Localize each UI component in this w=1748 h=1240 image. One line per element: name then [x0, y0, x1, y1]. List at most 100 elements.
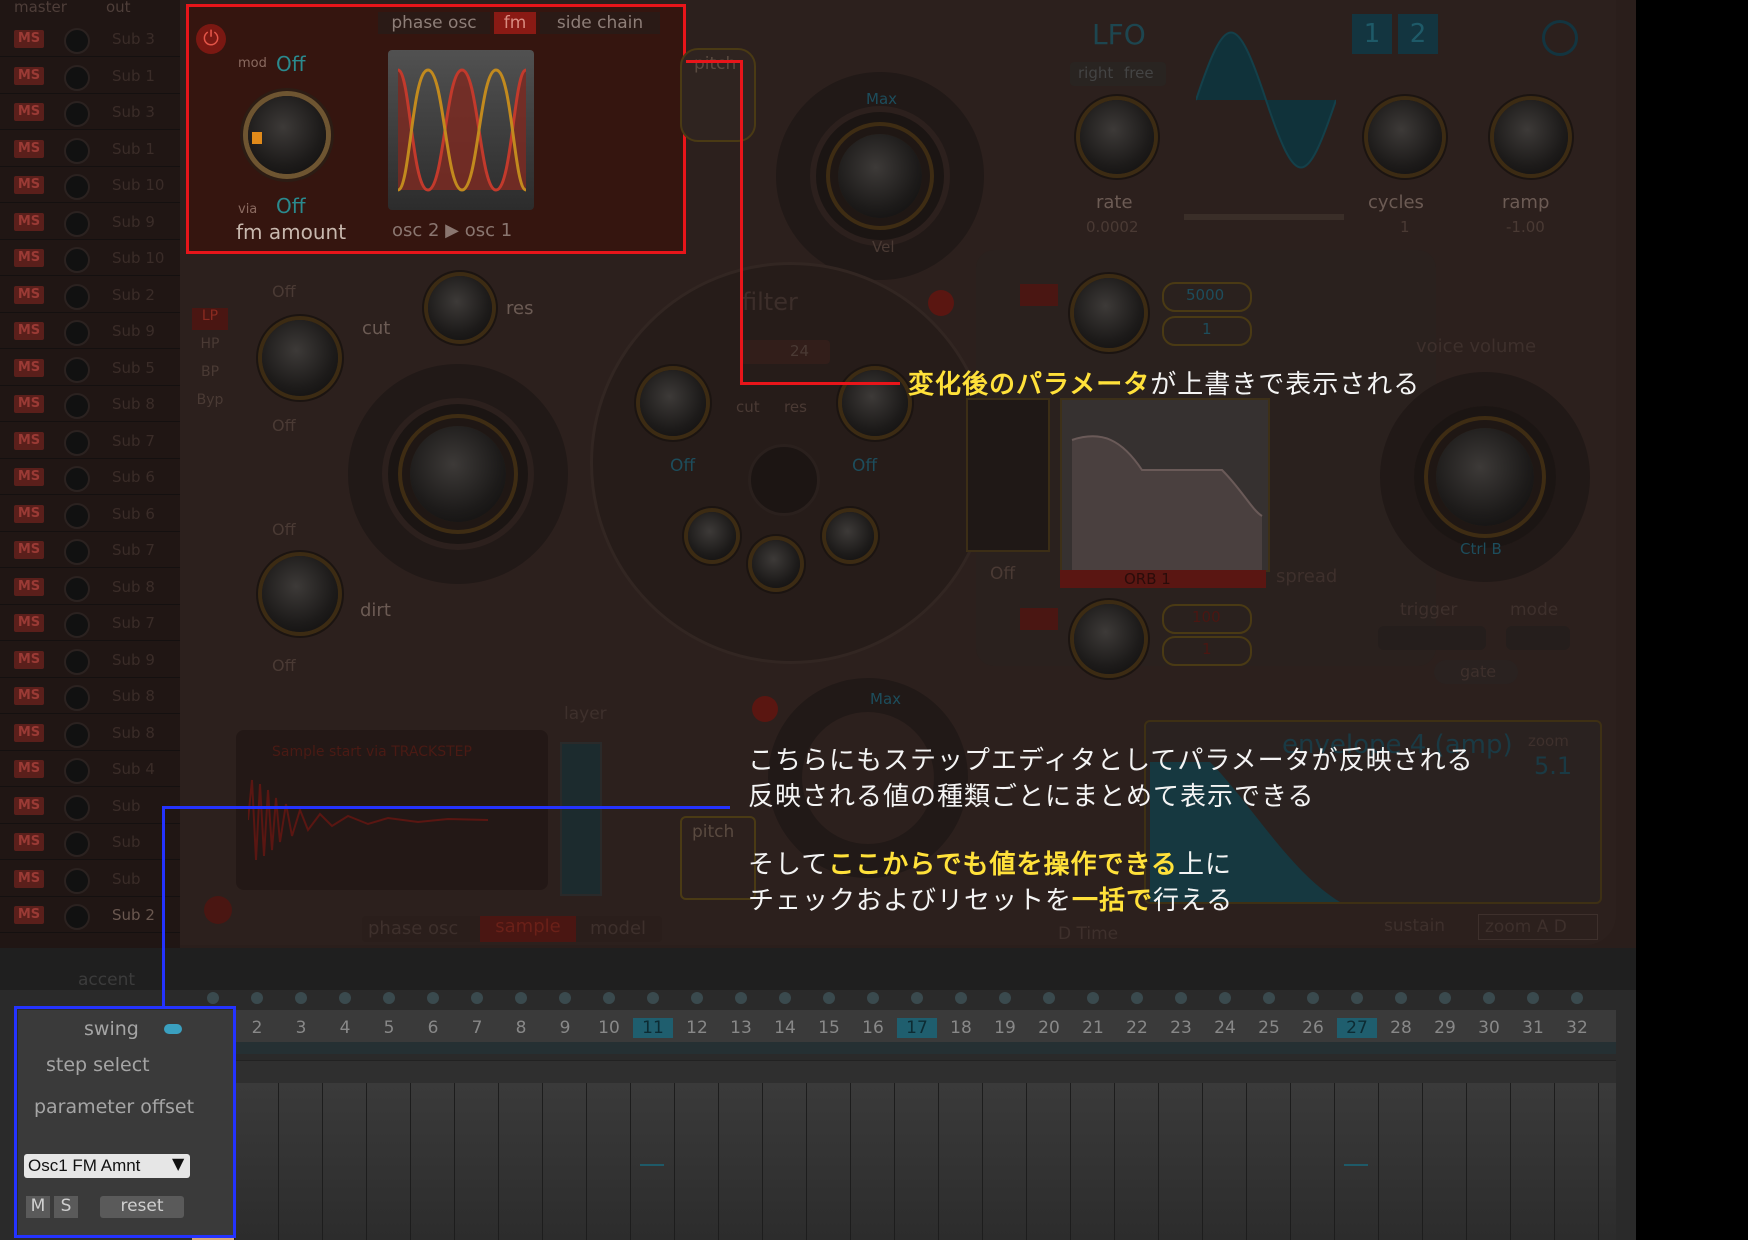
- lfo-sync-right[interactable]: right: [1078, 64, 1113, 82]
- channel-row[interactable]: MS Sub 2: [0, 278, 180, 313]
- dirt-mod-value[interactable]: Off: [272, 520, 296, 539]
- channel-output[interactable]: Sub: [112, 870, 141, 888]
- step-number[interactable]: 32: [1557, 1018, 1597, 1038]
- ms-button[interactable]: MS: [14, 249, 44, 267]
- ms-button[interactable]: MS: [14, 796, 44, 815]
- channel-knob[interactable]: [64, 539, 90, 565]
- ms-button[interactable]: MS: [14, 468, 44, 486]
- lfo-sync-free[interactable]: free: [1124, 64, 1154, 82]
- channel-knob[interactable]: [64, 320, 90, 346]
- channel-output[interactable]: Sub 1: [112, 67, 155, 85]
- ms-button[interactable]: MS: [14, 541, 44, 559]
- channel-output[interactable]: Sub 6: [112, 468, 155, 486]
- step-number[interactable]: 26: [1293, 1018, 1333, 1038]
- channel-knob[interactable]: [64, 283, 90, 310]
- channel-row[interactable]: MS Sub 8: [0, 387, 180, 422]
- filter-type-hp[interactable]: HP: [192, 336, 228, 358]
- channel-row[interactable]: MS Sub: [0, 862, 180, 897]
- ms-button[interactable]: MS: [14, 139, 44, 158]
- channel-output[interactable]: Sub 3: [112, 103, 155, 121]
- ms-button[interactable]: MS: [14, 212, 44, 231]
- channel-knob[interactable]: [64, 794, 90, 821]
- channel-knob[interactable]: [64, 502, 90, 529]
- step-number[interactable]: 20: [1029, 1018, 1069, 1038]
- orbit-button-1[interactable]: [1020, 284, 1058, 306]
- env-value-3[interactable]: 100: [1162, 604, 1252, 634]
- step-number[interactable]: 23: [1161, 1018, 1201, 1038]
- orbit-knob-1[interactable]: [1074, 278, 1144, 348]
- channel-output[interactable]: Sub: [112, 797, 141, 815]
- ms-button[interactable]: MS: [14, 285, 44, 304]
- lfo-1-button[interactable]: 1: [1352, 14, 1392, 54]
- channel-output[interactable]: Sub 9: [112, 322, 155, 340]
- tab-model[interactable]: model: [590, 918, 646, 939]
- channel-row[interactable]: MS Sub 1: [0, 132, 180, 167]
- ms-button[interactable]: MS: [14, 176, 44, 194]
- step-number[interactable]: 19: [985, 1018, 1025, 1038]
- step-number[interactable]: 11: [633, 1018, 673, 1038]
- cut-via-value[interactable]: Off: [272, 416, 296, 435]
- channel-knob[interactable]: [64, 356, 90, 383]
- channel-row[interactable]: MS Sub: [0, 789, 180, 824]
- filter-res-knob[interactable]: [842, 370, 908, 436]
- filter-center-button[interactable]: [748, 444, 820, 516]
- env-value-4[interactable]: 1: [1162, 636, 1252, 666]
- channel-knob[interactable]: [64, 721, 90, 748]
- voice-volume-knob[interactable]: [1436, 428, 1534, 526]
- ms-button[interactable]: MS: [14, 30, 44, 48]
- step-number[interactable]: 24: [1205, 1018, 1245, 1038]
- lfo-sync-toggle[interactable]: right free: [1070, 62, 1166, 86]
- lfo-ramp-knob[interactable]: [1494, 100, 1568, 174]
- lfo-cycles-knob[interactable]: [1368, 100, 1442, 174]
- orbit-off-value[interactable]: Off: [990, 564, 1015, 584]
- step-number[interactable]: 30: [1469, 1018, 1509, 1038]
- mode-select[interactable]: [1506, 626, 1570, 650]
- channel-row[interactable]: MS Sub 4: [0, 752, 180, 787]
- channel-knob[interactable]: [64, 758, 90, 784]
- channel-row[interactable]: MS Sub 8: [0, 570, 180, 605]
- ms-button[interactable]: MS: [14, 723, 44, 742]
- channel-output[interactable]: Sub 9: [112, 651, 155, 669]
- channel-output[interactable]: Sub 7: [112, 432, 155, 450]
- ms-button[interactable]: MS: [14, 869, 44, 888]
- channel-knob[interactable]: [64, 137, 90, 164]
- channel-output[interactable]: Sub 10: [112, 176, 164, 194]
- channel-output[interactable]: Sub 1: [112, 140, 155, 158]
- sample-power-icon[interactable]: [204, 896, 232, 924]
- channel-row[interactable]: MS Sub 7: [0, 533, 180, 568]
- env-value-2[interactable]: 1: [1162, 316, 1252, 346]
- channel-row[interactable]: MS Sub: [0, 825, 180, 860]
- ms-button[interactable]: MS: [14, 760, 44, 778]
- gate-button[interactable]: gate: [1434, 660, 1518, 684]
- filter-mode-select[interactable]: 24: [740, 340, 830, 364]
- channel-knob[interactable]: [64, 831, 90, 857]
- filter-knob-c[interactable]: [826, 512, 874, 560]
- filter-knob-b[interactable]: [752, 540, 800, 588]
- channel-knob[interactable]: [64, 210, 90, 237]
- channel-output[interactable]: Sub 3: [112, 30, 155, 48]
- ms-button[interactable]: MS: [14, 395, 44, 413]
- res-knob[interactable]: [428, 276, 492, 340]
- channel-row[interactable]: MS Sub 7: [0, 424, 180, 459]
- channel-row[interactable]: MS Sub 9: [0, 314, 180, 349]
- channel-output[interactable]: Sub 7: [112, 541, 155, 559]
- trigger-select[interactable]: [1378, 626, 1486, 650]
- channel-output[interactable]: Sub: [112, 833, 141, 851]
- parameter-offset-lane[interactable]: [200, 1083, 1616, 1240]
- channel-knob[interactable]: [64, 28, 90, 54]
- layer-slider[interactable]: [560, 742, 602, 896]
- ms-button[interactable]: MS: [14, 66, 44, 85]
- step-number[interactable]: 3: [281, 1018, 321, 1038]
- channel-output[interactable]: Sub 2: [112, 906, 155, 924]
- step-number[interactable]: 12: [677, 1018, 717, 1038]
- orbit-knob-2[interactable]: [1074, 604, 1144, 674]
- step-number[interactable]: 29: [1425, 1018, 1465, 1038]
- step-number[interactable]: 14: [765, 1018, 805, 1038]
- osc2-power-icon[interactable]: [752, 696, 778, 722]
- cut-mod-value[interactable]: Off: [272, 282, 296, 301]
- pitch-knob[interactable]: [838, 134, 922, 218]
- step-number[interactable]: 16: [853, 1018, 893, 1038]
- step-number[interactable]: 7: [457, 1018, 497, 1038]
- step-number[interactable]: 2: [237, 1018, 277, 1038]
- channel-row[interactable]: MS Sub 8: [0, 679, 180, 714]
